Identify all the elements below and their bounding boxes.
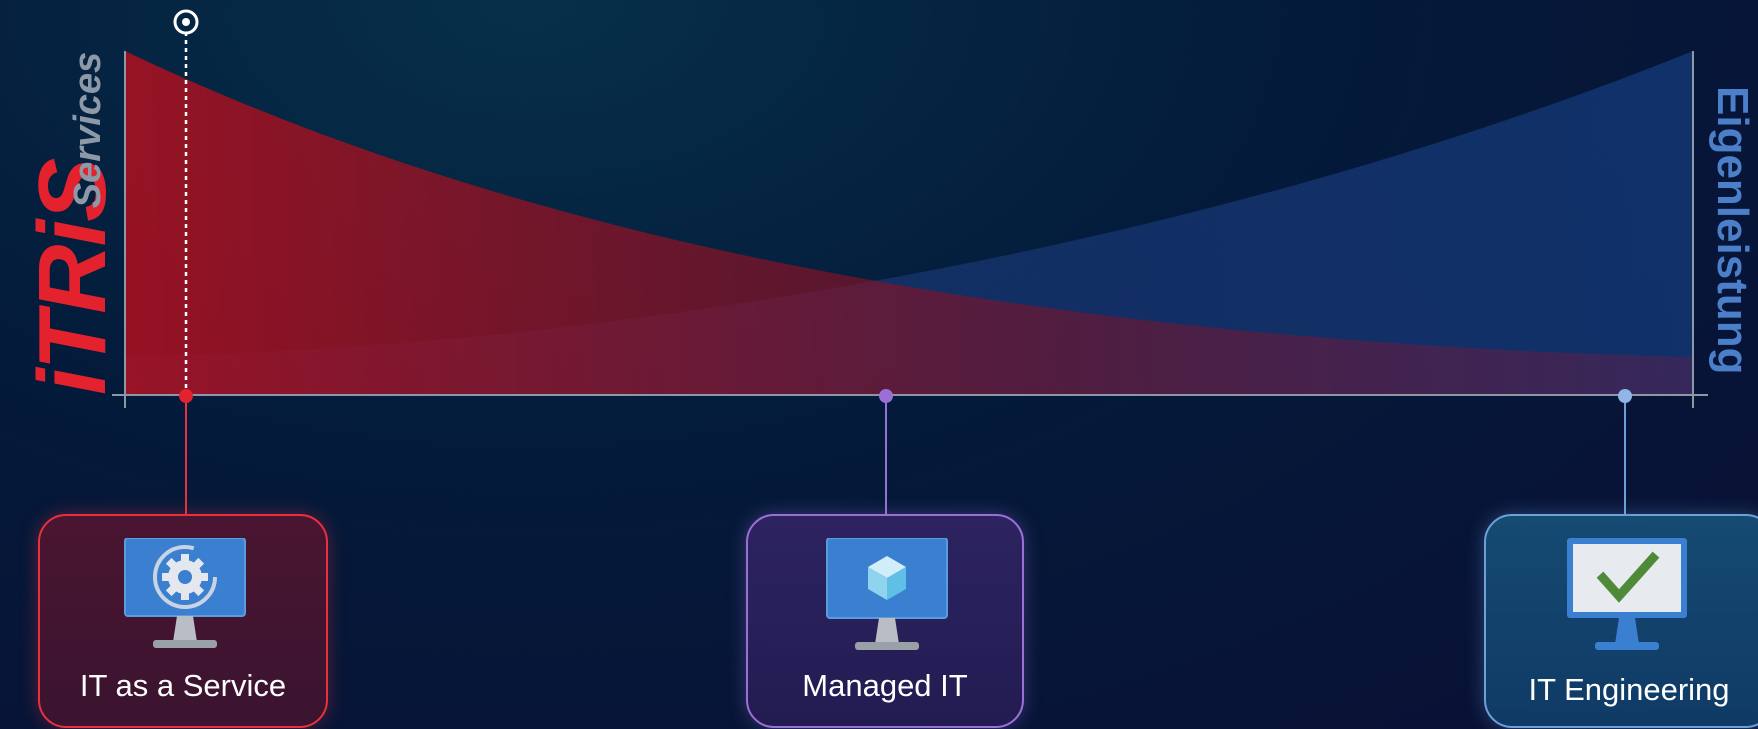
stage-dot-it-engineering[interactable] [1618, 389, 1632, 403]
stage-dot-it-as-a-service[interactable] [179, 389, 193, 403]
stage-label: IT Engineering [1528, 672, 1730, 707]
monitor-cube-icon [826, 538, 948, 650]
stage-label: Managed IT [802, 668, 968, 703]
monitor-checkmark-icon [1567, 538, 1687, 650]
stage-label: IT as a Service [79, 668, 287, 703]
stage-card-it-engineering[interactable]: IT Engineering [1484, 514, 1758, 728]
logo-subtitle: Services [67, 51, 109, 209]
stage-card-managed-it[interactable]: Managed IT [746, 514, 1024, 728]
stage-dot-managed-it[interactable] [879, 389, 893, 403]
monitor-gear-icon [124, 538, 246, 648]
own-effort-axis-label: Eigenleistung [1708, 86, 1757, 375]
itris-services-logo: iTRiS Services [0, 0, 130, 400]
target-pin-icon[interactable] [173, 9, 199, 35]
stage-card-it-as-a-service[interactable]: IT as a Service [38, 514, 328, 728]
